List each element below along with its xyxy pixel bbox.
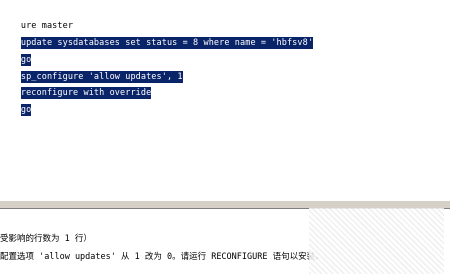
code-line-selected: update sysdatabases set status = 8 where… [0,25,314,49]
query-editor[interactable]: ure master update sysdatabases set statu… [0,0,450,200]
code-line-selected: go [0,42,32,66]
code-line-selected: go [0,92,32,116]
selected-code-text: go [20,104,32,116]
selected-code-text: reconfigure with override [20,87,152,99]
code-line: ure master [0,8,73,31]
selected-code-text: update sysdatabases set status = 8 where… [20,37,314,49]
watermark [309,208,444,274]
code-line-selected: reconfigure with override [0,75,152,99]
code-line-selected: sp_configure 'allow updates', 1 [0,59,183,83]
message-line: 配置选项 'allow updates' 从 1 改为 0。请运行 RECONF… [0,252,324,262]
message-line: 受影响的行数为 1 行） [0,234,92,244]
messages-pane[interactable]: 受影响的行数为 1 行） 配置选项 'allow updates' 从 1 改为… [0,208,450,278]
